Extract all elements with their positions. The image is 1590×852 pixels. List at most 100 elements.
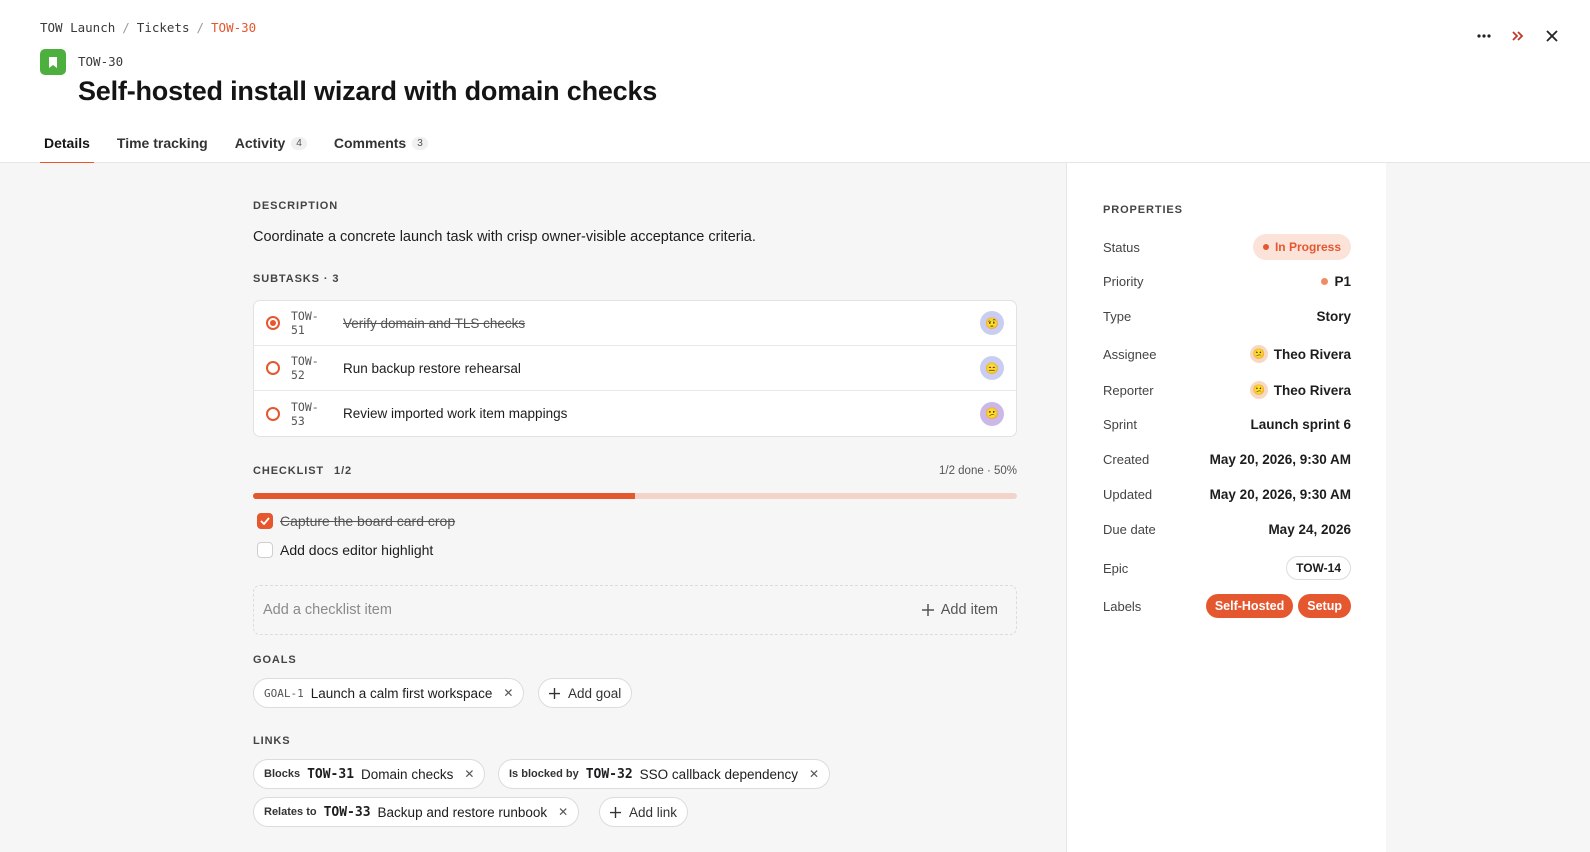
subtask-key: TOW-51 — [291, 309, 319, 337]
subtask-key: TOW-53 — [291, 399, 319, 428]
link-chip[interactable]: Relates to TOW-33 Backup and restore run… — [253, 797, 580, 827]
reporter-value[interactable]: 😕 Theo Rivera — [1249, 381, 1351, 399]
description-text[interactable]: Coordinate a concrete launch task with c… — [253, 229, 756, 245]
link-title: Backup and restore runbook — [377, 804, 548, 820]
remove-icon[interactable]: ✕ — [558, 805, 568, 819]
goal-chip[interactable]: GOAL-1 Launch a calm first workspace ✕ — [253, 678, 525, 708]
property-priority: Priority P1 — [1103, 274, 1351, 289]
link-key: TOW-31 — [307, 766, 355, 782]
add-checklist-row: Add item — [253, 585, 1017, 635]
add-item-button[interactable]: Add item — [921, 602, 998, 618]
checkbox-unchecked[interactable] — [257, 542, 273, 558]
subtask-list: TOW-51 Verify domain and TLS checks 🤨 TO… — [253, 300, 1017, 437]
close-icon[interactable] — [1542, 26, 1562, 46]
breadcrumb-project[interactable]: TOW Launch — [40, 20, 115, 35]
header-actions — [1474, 26, 1562, 46]
remove-icon[interactable]: ✕ — [464, 767, 474, 781]
add-goal-button[interactable]: Add goal — [538, 678, 633, 708]
tab-bar: Details Time tracking Activity 4 Comments… — [40, 128, 451, 164]
ticket-header: TOW Launch / Tickets / TOW-30 TOW-30 Sel… — [0, 0, 1590, 164]
remove-icon[interactable]: ✕ — [809, 767, 819, 781]
tab-count-badge: 4 — [291, 137, 307, 150]
status-dot-icon — [1262, 244, 1269, 250]
property-key: Labels — [1103, 598, 1142, 614]
label-chip[interactable]: Setup — [1298, 594, 1351, 618]
property-key: Created — [1103, 452, 1150, 467]
avatar[interactable]: 😑 — [980, 356, 1004, 380]
breadcrumb-current: TOW-30 — [211, 20, 257, 35]
priority-dot-icon — [1321, 278, 1329, 285]
link-relation: Relates to — [264, 806, 317, 818]
tab-label: Time tracking — [116, 135, 208, 151]
status-badge[interactable]: In Progress — [1252, 234, 1351, 260]
property-status: Status In Progress — [1103, 234, 1351, 260]
link-chip[interactable]: Blocks TOW-31 Domain checks ✕ — [253, 759, 486, 789]
property-created: Created May 20, 2026, 9:30 AM — [1103, 452, 1351, 467]
checklist-item[interactable]: Add docs editor highlight — [257, 542, 433, 558]
property-key: Status — [1103, 239, 1140, 255]
chevrons-right-icon[interactable] — [1508, 26, 1528, 46]
type-value[interactable]: Story — [1316, 309, 1351, 324]
bookmark-icon — [40, 49, 66, 75]
tab-activity[interactable]: Activity 4 — [231, 128, 311, 163]
priority-value[interactable]: P1 — [1321, 274, 1351, 289]
due-date-value[interactable]: May 24, 2026 — [1268, 522, 1351, 537]
status-todo-icon[interactable] — [266, 361, 280, 375]
subtask-title: Verify domain and TLS checks — [343, 315, 526, 331]
tab-time-tracking[interactable]: Time tracking — [113, 128, 212, 163]
property-sprint: Sprint Launch sprint 6 — [1103, 417, 1351, 432]
property-assignee: Assignee 😕 Theo Rivera — [1103, 345, 1351, 363]
checklist-item[interactable]: Capture the board card crop — [257, 513, 455, 529]
subtask-title: Run backup restore rehearsal — [343, 360, 521, 376]
properties-label: PROPERTIES — [1103, 204, 1183, 216]
property-key: Priority — [1103, 274, 1144, 289]
links-label: LINKS — [253, 735, 291, 747]
tab-comments[interactable]: Comments 3 — [330, 128, 432, 163]
avatar: 😕 — [1249, 381, 1268, 399]
property-reporter: Reporter 😕 Theo Rivera — [1103, 381, 1351, 399]
subtasks-label: SUBTASKS · 3 — [253, 273, 340, 285]
subtask-row[interactable]: TOW-52 Run backup restore rehearsal 😑 — [254, 346, 1016, 391]
more-horizontal-icon[interactable] — [1474, 26, 1494, 46]
assignee-name: Theo Rivera — [1273, 346, 1351, 362]
checkbox-checked[interactable] — [257, 513, 273, 529]
breadcrumb-separator: / — [196, 20, 205, 35]
property-key: Sprint — [1103, 417, 1137, 432]
add-link-button[interactable]: Add link — [599, 797, 689, 827]
property-due-date: Due date May 24, 2026 — [1103, 522, 1351, 537]
tab-count-badge: 3 — [412, 137, 428, 150]
checklist-progress-bar — [253, 493, 1017, 499]
subtask-row[interactable]: TOW-51 Verify domain and TLS checks 🤨 — [254, 301, 1016, 346]
checklist-item-text: Add docs editor highlight — [280, 542, 434, 558]
subtask-row[interactable]: TOW-53 Review imported work item mapping… — [254, 391, 1016, 436]
created-value: May 20, 2026, 9:30 AM — [1209, 452, 1351, 467]
assignee-value[interactable]: 😕 Theo Rivera — [1249, 345, 1351, 363]
avatar[interactable]: 🤨 — [980, 311, 1004, 335]
link-relation: Blocks — [264, 768, 301, 780]
tab-label: Comments — [333, 135, 407, 151]
description-label: DESCRIPTION — [253, 200, 339, 212]
add-link-label: Add link — [629, 804, 678, 820]
status-done-icon[interactable] — [266, 316, 280, 330]
remove-icon[interactable]: ✕ — [503, 686, 513, 700]
link-key: TOW-32 — [585, 766, 633, 782]
progress-fill — [253, 493, 635, 499]
breadcrumb-section[interactable]: Tickets — [137, 20, 190, 35]
labels-list: Self-Hosted Setup — [1205, 594, 1351, 618]
link-chip[interactable]: Is blocked by TOW-32 SSO callback depend… — [498, 759, 831, 789]
status-todo-icon[interactable] — [266, 406, 280, 421]
plus-icon — [610, 806, 621, 818]
label-chip[interactable]: Self-Hosted — [1205, 594, 1294, 618]
tab-details[interactable]: Details — [40, 128, 94, 164]
epic-chip[interactable]: TOW-14 — [1286, 556, 1351, 580]
tab-label: Details — [44, 135, 90, 151]
priority-label: P1 — [1334, 274, 1351, 289]
property-key: Assignee — [1103, 346, 1157, 362]
goal-title: Launch a calm first workspace — [310, 685, 493, 701]
ticket-key: TOW-30 — [78, 54, 124, 69]
property-key: Reporter — [1103, 382, 1154, 398]
sprint-value[interactable]: Launch sprint 6 — [1250, 417, 1351, 432]
avatar[interactable]: 😕 — [980, 401, 1004, 426]
property-epic: Epic TOW-14 — [1103, 556, 1351, 580]
checklist-item-input[interactable] — [263, 602, 823, 618]
